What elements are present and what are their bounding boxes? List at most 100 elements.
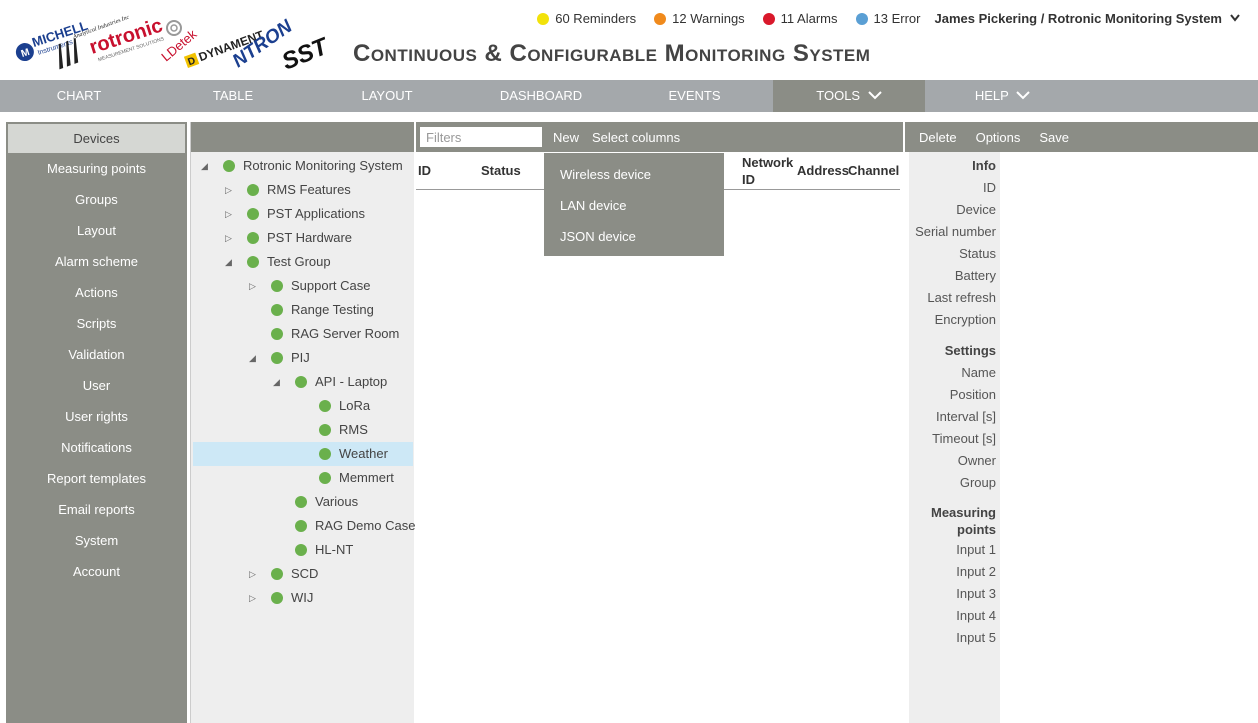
prop-label-battery: Battery (954, 268, 996, 283)
tree-node-label: Support Case (291, 278, 371, 293)
user-menu[interactable]: James Pickering / Rotronic Monitoring Sy… (934, 11, 1240, 26)
nav-events[interactable]: EVENTS (616, 80, 773, 112)
sidebar-item-report-templates[interactable]: Report templates (6, 463, 187, 494)
tree-node[interactable]: ◢ Test Group (191, 250, 411, 274)
tree-node-label: WIJ (291, 590, 314, 605)
warning-dot-icon (654, 12, 667, 25)
status-dot-icon (271, 352, 283, 364)
tree-node[interactable]: Memmert (191, 466, 411, 490)
tree-node-label: API - Laptop (315, 374, 388, 389)
prop-label-status: Status (959, 246, 996, 261)
sidebar-item-devices[interactable]: Devices (8, 124, 185, 153)
nav-table-label: TABLE (212, 88, 254, 103)
column-header-channel[interactable]: Channel (848, 163, 899, 178)
tree-node[interactable]: LoRa (191, 394, 411, 418)
tree-node-label: PIJ (291, 350, 310, 365)
nav-layout[interactable]: LAYOUT (308, 80, 466, 112)
tree-node-label: Rotronic Monitoring System (243, 158, 403, 173)
user-name: James Pickering / Rotronic Monitoring Sy… (934, 11, 1222, 26)
sidebar-item-account[interactable]: Account (6, 556, 187, 587)
nav-table[interactable]: TABLE (158, 80, 308, 112)
error-dot-icon (855, 12, 868, 25)
options-button[interactable]: Options (976, 130, 1021, 145)
nav-chart[interactable]: CHART (0, 80, 158, 112)
sidebar-item-user-rights[interactable]: User rights (6, 401, 187, 432)
sidebar-item-user[interactable]: User (6, 370, 187, 401)
status-dot-icon (271, 280, 283, 292)
sidebar-item-measuring-points[interactable]: Measuring points (6, 153, 187, 184)
tree-node[interactable]: ◢ Rotronic Monitoring System (191, 154, 411, 178)
tree-node[interactable]: ▷ SCD (191, 562, 411, 586)
expanded-triangle-icon[interactable]: ◢ (273, 370, 280, 394)
prop-label-interval: Interval [s] (936, 409, 996, 424)
tree-node[interactable]: ▷ Support Case (191, 274, 411, 298)
filter-input[interactable] (420, 127, 542, 147)
chevron-down-icon (1230, 13, 1240, 25)
expanded-triangle-icon[interactable]: ◢ (249, 346, 256, 370)
tree-node-label: Range Testing (291, 302, 374, 317)
sidebar-item-actions[interactable]: Actions (6, 277, 187, 308)
tree-node[interactable]: HL-NT (191, 538, 411, 562)
errors-status[interactable]: 13 Error (855, 11, 920, 26)
column-header-address[interactable]: Address (797, 163, 849, 178)
tree-node[interactable]: ◢ API - Laptop (191, 370, 411, 394)
sidebar-item-validation[interactable]: Validation (6, 339, 187, 370)
sidebar-item-layout[interactable]: Layout (6, 215, 187, 246)
sidebar-item-notifications[interactable]: Notifications (6, 432, 187, 463)
status-dot-icon (271, 592, 283, 604)
tree-node[interactable]: ▷ RMS Features (191, 178, 411, 202)
tree-node[interactable]: Range Testing (191, 298, 411, 322)
delete-button[interactable]: Delete (919, 130, 957, 145)
status-bar: 60 Reminders 12 Warnings 11 Alarms 13 Er… (537, 11, 1240, 26)
nav-tools[interactable]: TOOLS (773, 80, 925, 112)
nav-help[interactable]: HELP (925, 80, 1080, 112)
tree-node[interactable]: RMS (191, 418, 411, 442)
collapsed-triangle-icon[interactable]: ▷ (249, 562, 256, 586)
column-header-network-id-line2[interactable]: ID (742, 172, 755, 187)
sidebar-item-alarm-scheme[interactable]: Alarm scheme (6, 246, 187, 277)
reminders-status[interactable]: 60 Reminders (537, 11, 636, 26)
status-dot-icon (247, 208, 259, 220)
menu-item-json-device[interactable]: JSON device (544, 221, 724, 252)
warnings-status[interactable]: 12 Warnings (654, 11, 745, 26)
expanded-triangle-icon[interactable]: ◢ (225, 250, 232, 274)
new-button[interactable]: New (553, 130, 579, 145)
reminders-label: 60 Reminders (555, 11, 637, 26)
sidebar-item-scripts[interactable]: Scripts (6, 308, 187, 339)
tree-node-label: RAG Server Room (291, 326, 400, 341)
tree-node[interactable]: Various (191, 490, 411, 514)
alarms-status[interactable]: 11 Alarms (762, 11, 838, 26)
column-header-network-id-line1[interactable]: Network (742, 155, 793, 170)
tree-node[interactable]: Weather (191, 442, 411, 466)
tree-node-label: RMS Features (267, 182, 351, 197)
collapsed-triangle-icon[interactable]: ▷ (225, 202, 232, 226)
nav-dashboard[interactable]: DASHBOARD (466, 80, 616, 112)
tree-node[interactable]: ◢ PIJ (191, 346, 411, 370)
collapsed-triangle-icon[interactable]: ▷ (225, 178, 232, 202)
select-columns-button[interactable]: Select columns (592, 130, 680, 145)
menu-item-wireless-device[interactable]: Wireless device (544, 159, 724, 190)
sidebar-item-system[interactable]: System (6, 525, 187, 556)
column-header-status[interactable]: Status (481, 163, 521, 178)
save-button[interactable]: Save (1039, 130, 1069, 145)
warnings-label: 12 Warnings (672, 11, 745, 26)
tree-node-label: RMS (339, 422, 368, 437)
collapsed-triangle-icon[interactable]: ▷ (225, 226, 232, 250)
tree-node[interactable]: ▷ WIJ (191, 586, 411, 610)
tree-node[interactable]: RAG Server Room (191, 322, 411, 346)
app-header: M MICHELL Instruments Analytical Industr… (0, 0, 1258, 80)
sidebar-item-email-reports[interactable]: Email reports (6, 494, 187, 525)
expanded-triangle-icon[interactable]: ◢ (201, 154, 208, 178)
collapsed-triangle-icon[interactable]: ▷ (249, 586, 256, 610)
group-tree-panel: ◢ Rotronic Monitoring System ▷ RMS Features… (190, 122, 415, 723)
menu-item-lan-device[interactable]: LAN device (544, 190, 724, 221)
page-title: Continuous & Configurable Monitoring Sys… (353, 40, 871, 67)
tree-node[interactable]: ▷ PST Applications (191, 202, 411, 226)
tree-node[interactable]: RAG Demo Case (191, 514, 415, 538)
column-header-id[interactable]: ID (418, 163, 431, 178)
collapsed-triangle-icon[interactable]: ▷ (249, 274, 256, 298)
sidebar-item-groups[interactable]: Groups (6, 184, 187, 215)
tree-node[interactable]: ▷ PST Hardware (191, 226, 411, 250)
nav-layout-label: LAYOUT (361, 88, 413, 103)
prop-label-owner: Owner (957, 453, 996, 468)
